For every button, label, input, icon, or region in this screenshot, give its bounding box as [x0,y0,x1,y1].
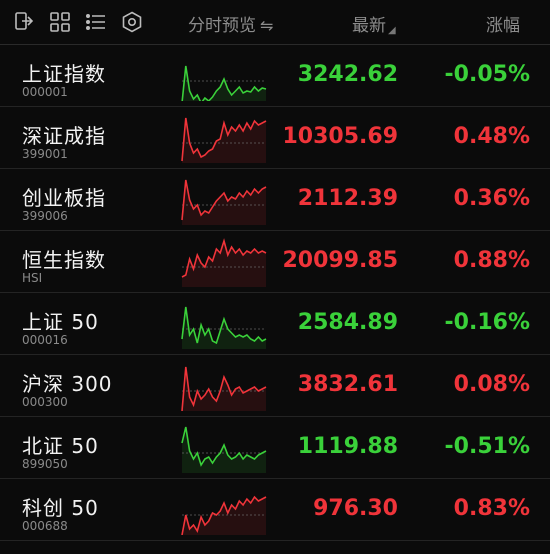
index-row[interactable]: 恒生指数 HSI 20099.85 0.88% [0,231,550,293]
index-code: 399001 [22,147,68,161]
swap-icon: ⇋ [260,16,274,35]
index-code: 000016 [22,333,68,347]
index-row[interactable]: 深证成指 399001 10305.69 0.48% [0,107,550,169]
intraday-sparkline [181,306,267,349]
sparkline-area [182,66,266,101]
index-row[interactable]: 上证 50 000016 2584.89 -0.16% [0,293,550,355]
index-list: 上证指数 000001 3242.62 -0.05% 深证成指 399001 10305.6… [0,45,550,541]
change-percent: 0.48% [453,124,530,149]
index-name: 创业板指 [22,186,106,210]
index-row[interactable]: 北证 50 899050 1119.88 -0.51% [0,417,550,479]
index-code: 399006 [22,209,68,223]
change-percent: -0.16% [444,310,530,335]
index-name: 恒生指数 [22,248,106,272]
intraday-sparkline [181,117,267,163]
export-icon[interactable] [12,10,36,34]
latest-label: 最新 [352,16,386,36]
index-code: 899050 [22,457,68,471]
index-name: 北证 50 [22,434,99,458]
sort-icon: ◢ [388,25,396,36]
sparkline-area [182,307,266,349]
intraday-sparkline [181,238,267,287]
change-percent: -0.51% [444,434,530,459]
change-percent: 0.08% [453,372,530,397]
change-percent: 0.88% [453,248,530,273]
index-code: 000001 [22,85,68,99]
index-row[interactable]: 沪深 300 000300 3832.61 0.08% [0,355,550,417]
index-name: 上证 50 [22,310,99,334]
intraday-sparkline [181,366,267,411]
index-code: HSI [22,271,43,285]
index-name: 科创 50 [22,496,99,520]
sparkline-area [182,427,266,473]
latest-price: 1119.88 [297,434,398,459]
change-percent: -0.05% [444,62,530,87]
latest-price: 20099.85 [282,248,398,273]
latest-price: 976.30 [313,496,398,521]
intraday-sparkline [181,495,267,535]
sort-change[interactable]: 涨幅 [486,11,520,36]
list-icon[interactable] [84,10,108,34]
preview-label: 分时预览 [188,16,256,36]
index-row[interactable]: 上证指数 000001 3242.62 -0.05% [0,45,550,107]
preview-toggle[interactable]: 分时预览 ⇋ [188,11,273,36]
latest-price: 2584.89 [297,310,398,335]
index-code: 000688 [22,519,68,533]
latest-price: 10305.69 [282,124,398,149]
index-row[interactable]: 科创 50 000688 976.30 0.83% [0,479,550,541]
latest-price: 3242.62 [297,62,398,87]
index-code: 000300 [22,395,68,409]
sparkline-area [182,180,266,225]
index-name: 沪深 300 [22,372,113,396]
change-label: 涨幅 [486,16,520,36]
index-name: 深证成指 [22,124,106,148]
index-name: 上证指数 [22,62,106,86]
change-percent: 0.83% [453,496,530,521]
sort-latest[interactable]: 最新 ◢ [352,11,396,36]
list-header: 分时预览 ⇋ 最新 ◢ 涨幅 [0,0,550,45]
index-row[interactable]: 创业板指 399006 2112.39 0.36% [0,169,550,231]
intraday-sparkline [181,179,267,225]
settings-icon[interactable] [120,10,144,34]
intraday-sparkline [181,65,267,101]
latest-price: 3832.61 [297,372,398,397]
sparkline-area [182,367,266,411]
change-percent: 0.36% [453,186,530,211]
grid-icon[interactable] [48,10,72,34]
latest-price: 2112.39 [297,186,398,211]
intraday-sparkline [181,426,267,473]
